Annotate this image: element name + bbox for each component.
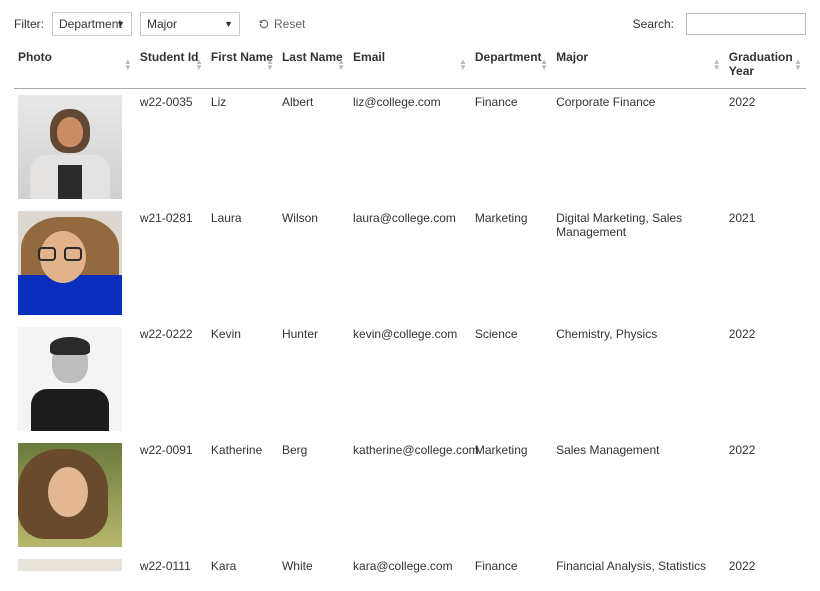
col-last-name[interactable]: Last Name▲▼	[278, 42, 349, 89]
col-email-label: Email	[353, 50, 385, 64]
col-grad-year-label: Graduation Year	[729, 50, 793, 78]
cell-email: katherine@college.com	[349, 437, 471, 553]
cell-last-name: Albert	[278, 89, 349, 206]
cell-last-name: Berg	[278, 437, 349, 553]
search-label: Search:	[633, 17, 674, 31]
filter-label: Filter:	[14, 17, 44, 31]
table-row[interactable]: w22-0091KatherineBergkatherine@college.c…	[14, 437, 806, 553]
cell-student-id: w22-0091	[136, 437, 207, 553]
col-department[interactable]: Department▲▼	[471, 42, 552, 89]
cell-photo	[14, 437, 136, 553]
col-grad-year[interactable]: Graduation Year▲▼	[725, 42, 806, 89]
students-table: Photo▲▼ Student Id▲▼ First Name▲▼ Last N…	[14, 42, 806, 579]
table-row[interactable]: w22-0222KevinHunterkevin@college.comScie…	[14, 321, 806, 437]
reset-button-label: Reset	[274, 17, 305, 31]
col-department-label: Department	[475, 50, 542, 64]
cell-grad-year: 2022	[725, 553, 806, 579]
sort-icon: ▲▼	[195, 59, 203, 71]
cell-last-name: Hunter	[278, 321, 349, 437]
col-first-name[interactable]: First Name▲▼	[207, 42, 278, 89]
cell-email: kevin@college.com	[349, 321, 471, 437]
cell-photo	[14, 553, 136, 579]
col-major[interactable]: Major ▲▼	[552, 42, 725, 89]
student-photo	[18, 95, 122, 199]
sort-icon: ▲▼	[266, 59, 274, 71]
cell-department: Science	[471, 321, 552, 437]
sort-icon: ▲▼	[540, 59, 548, 71]
sort-icon: ▲▼	[124, 59, 132, 71]
chevron-down-icon: ▼	[116, 19, 125, 29]
col-photo-label: Photo	[18, 50, 52, 64]
cell-grad-year: 2022	[725, 89, 806, 206]
cell-first-name: Laura	[207, 205, 278, 321]
cell-department: Finance	[471, 553, 552, 579]
cell-department: Finance	[471, 89, 552, 206]
cell-first-name: Kevin	[207, 321, 278, 437]
cell-student-id: w21-0281	[136, 205, 207, 321]
col-first-name-label: First Name	[211, 50, 273, 64]
col-email[interactable]: Email ▲▼	[349, 42, 471, 89]
sort-icon: ▲▼	[794, 59, 802, 71]
cell-email: liz@college.com	[349, 89, 471, 206]
sort-icon: ▲▼	[337, 59, 345, 71]
cell-grad-year: 2022	[725, 437, 806, 553]
cell-student-id: w22-0035	[136, 89, 207, 206]
cell-major: Digital Marketing, Sales Management	[552, 205, 725, 321]
cell-major: Chemistry, Physics	[552, 321, 725, 437]
major-select-value: Major	[147, 17, 177, 31]
col-last-name-label: Last Name	[282, 50, 343, 64]
table-row[interactable]: w21-0281LauraWilsonlaura@college.comMark…	[14, 205, 806, 321]
student-photo	[18, 327, 122, 431]
cell-first-name: Katherine	[207, 437, 278, 553]
col-photo[interactable]: Photo ▲▼	[14, 42, 136, 89]
cell-grad-year: 2022	[725, 321, 806, 437]
cell-email: laura@college.com	[349, 205, 471, 321]
cell-first-name: Liz	[207, 89, 278, 206]
undo-icon	[258, 18, 270, 30]
reset-button[interactable]: Reset	[254, 15, 309, 33]
col-major-label: Major	[556, 50, 588, 64]
cell-email: kara@college.com	[349, 553, 471, 579]
department-select[interactable]: Department ▼	[52, 12, 132, 36]
cell-department: Marketing	[471, 437, 552, 553]
cell-grad-year: 2021	[725, 205, 806, 321]
cell-photo	[14, 321, 136, 437]
student-photo	[18, 211, 122, 315]
cell-major: Financial Analysis, Statistics	[552, 553, 725, 579]
col-student-id[interactable]: Student Id▲▼	[136, 42, 207, 89]
cell-photo	[14, 205, 136, 321]
cell-photo	[14, 89, 136, 206]
table-header-row: Photo▲▼ Student Id▲▼ First Name▲▼ Last N…	[14, 42, 806, 89]
col-student-id-label: Student Id	[140, 50, 199, 64]
chevron-down-icon: ▼	[224, 19, 233, 29]
major-select[interactable]: Major ▼	[140, 12, 240, 36]
cell-last-name: White	[278, 553, 349, 579]
department-select-value: Department	[59, 17, 122, 31]
table-row[interactable]: w22-0111KaraWhitekara@college.comFinance…	[14, 553, 806, 579]
filter-bar: Filter: Department ▼ Major ▼ Reset Searc…	[14, 12, 806, 36]
cell-student-id: w22-0222	[136, 321, 207, 437]
cell-last-name: Wilson	[278, 205, 349, 321]
table-row[interactable]: w22-0035LizAlbertliz@college.comFinanceC…	[14, 89, 806, 206]
cell-department: Marketing	[471, 205, 552, 321]
search-input[interactable]	[686, 13, 806, 35]
cell-first-name: Kara	[207, 553, 278, 579]
cell-major: Corporate Finance	[552, 89, 725, 206]
cell-student-id: w22-0111	[136, 553, 207, 579]
student-photo	[18, 559, 122, 571]
sort-icon: ▲▼	[713, 59, 721, 71]
student-photo	[18, 443, 122, 547]
cell-major: Sales Management	[552, 437, 725, 553]
sort-icon: ▲▼	[459, 59, 467, 71]
